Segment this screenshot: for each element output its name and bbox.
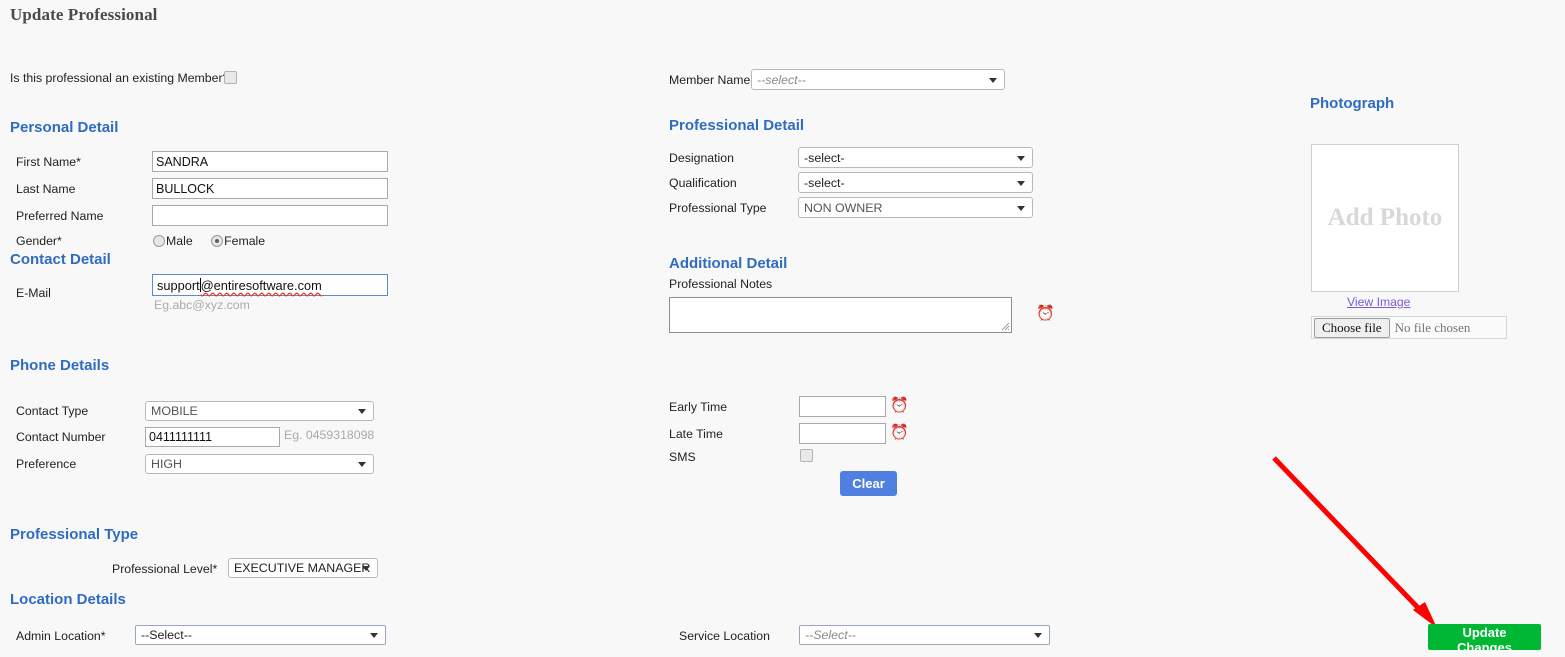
designation-label: Designation (669, 151, 734, 165)
page-title: Update Professional (10, 5, 158, 24)
member-name-select[interactable]: --select-- (751, 69, 1005, 90)
qualification-label: Qualification (669, 176, 737, 190)
email-value-before-caret: support (157, 277, 200, 293)
chevron-down-icon (1017, 180, 1025, 186)
sms-label: SMS (669, 450, 696, 464)
chevron-down-icon (1034, 633, 1042, 638)
designation-value: -select- (804, 150, 845, 165)
early-time-clock-icon[interactable]: ⏰ (890, 398, 909, 413)
existing-member-label: Is this professional an existing Member? (10, 71, 230, 85)
professional-notes-container (669, 297, 1012, 333)
first-name-input[interactable] (152, 151, 388, 172)
last-name-label: Last Name (16, 182, 76, 196)
chevron-down-icon (358, 462, 366, 467)
professional-level-value: EXECUTIVE MANAGER (234, 561, 371, 575)
update-professional-page: Update Professional Is this professional… (0, 0, 1565, 657)
section-additional-detail: Additional Detail (669, 255, 788, 272)
no-file-chosen-text: No file chosen (1394, 319, 1471, 335)
email-value-after-caret: @entiresoftware.com (200, 277, 322, 293)
section-contact-detail: Contact Detail (10, 251, 111, 268)
service-location-select[interactable]: --Select-- (799, 625, 1050, 645)
section-photograph: Photograph (1310, 95, 1395, 112)
professional-notes-label: Professional Notes (669, 277, 773, 291)
last-name-input[interactable] (152, 178, 388, 199)
late-time-label: Late Time (669, 427, 723, 441)
clear-button[interactable]: Clear (840, 471, 897, 496)
late-time-clock-icon[interactable]: ⏰ (890, 425, 909, 440)
early-time-label: Early Time (669, 400, 728, 414)
qualification-select[interactable]: -select- (798, 172, 1033, 193)
gender-radio-female[interactable] (211, 235, 224, 247)
sms-checkbox[interactable] (800, 449, 813, 462)
file-upload-control[interactable]: Choose file No file chosen (1311, 316, 1507, 339)
professional-level-select[interactable]: EXECUTIVE MANAGER (228, 558, 378, 578)
choose-file-button[interactable]: Choose file (1314, 317, 1390, 338)
contact-type-label: Contact Type (16, 404, 89, 418)
admin-location-select[interactable]: --Select-- (135, 625, 386, 645)
notes-clock-icon[interactable]: ⏰ (1036, 306, 1055, 321)
qualification-value: -select- (804, 175, 845, 190)
chevron-down-icon (989, 77, 997, 83)
gender-radio-male[interactable] (153, 235, 165, 247)
preferred-name-label: Preferred Name (16, 209, 104, 223)
section-location-details: Location Details (10, 591, 126, 608)
contact-type-value: MOBILE (151, 404, 198, 418)
professional-type-value: NON OWNER (804, 200, 883, 215)
professional-level-label: Professional Level* (112, 562, 218, 576)
chevron-down-icon (358, 409, 366, 414)
gender-label: Gender* (16, 234, 62, 248)
update-changes-button[interactable]: Update Changes (1428, 624, 1541, 655)
professional-type-label: Professional Type (669, 201, 767, 215)
service-location-value: --Select-- (805, 628, 856, 642)
preference-value: HIGH (151, 457, 182, 471)
chevron-down-icon (1017, 155, 1025, 161)
admin-location-label: Admin Location* (16, 629, 106, 643)
member-name-label: Member Name (669, 73, 751, 87)
designation-select[interactable]: -select- (798, 147, 1033, 168)
chevron-down-icon (1017, 205, 1025, 211)
gender-radio-group: Male Female (153, 232, 265, 250)
gender-option-male-label: Male (166, 234, 193, 248)
chevron-down-icon (370, 633, 378, 638)
preference-select[interactable]: HIGH (145, 454, 374, 474)
section-personal-detail: Personal Detail (10, 119, 119, 136)
annotation-arrow (1272, 456, 1437, 628)
early-time-input[interactable] (799, 396, 886, 417)
section-professional-detail: Professional Detail (669, 117, 805, 134)
contact-number-label: Contact Number (16, 430, 106, 444)
view-image-link[interactable]: View Image (1347, 295, 1410, 309)
professional-notes-textarea[interactable] (669, 297, 1012, 333)
admin-location-value: --Select-- (141, 628, 192, 642)
contact-number-hint: Eg. 0459318098 (284, 428, 375, 442)
service-location-label: Service Location (679, 629, 770, 643)
professional-type-select[interactable]: NON OWNER (798, 197, 1033, 218)
email-label: E-Mail (16, 286, 51, 300)
gender-option-female-label: Female (224, 234, 266, 248)
contact-number-input[interactable] (145, 427, 280, 447)
preference-label: Preference (16, 457, 77, 471)
email-hint: Eg.abc@xyz.com (154, 298, 250, 312)
first-name-label: First Name* (16, 155, 81, 169)
contact-type-select[interactable]: MOBILE (145, 401, 374, 421)
email-input[interactable]: support @entiresoftware.com (152, 274, 388, 296)
section-phone-details: Phone Details (10, 357, 110, 374)
member-name-value: --select-- (757, 72, 806, 87)
photo-preview[interactable]: Add Photo (1311, 144, 1459, 292)
section-professional-type: Professional Type (10, 526, 139, 543)
add-photo-placeholder: Add Photo (1327, 204, 1443, 231)
preferred-name-input[interactable] (152, 205, 388, 226)
late-time-input[interactable] (799, 423, 886, 444)
existing-member-checkbox[interactable] (224, 71, 237, 84)
chevron-down-icon (362, 566, 370, 571)
